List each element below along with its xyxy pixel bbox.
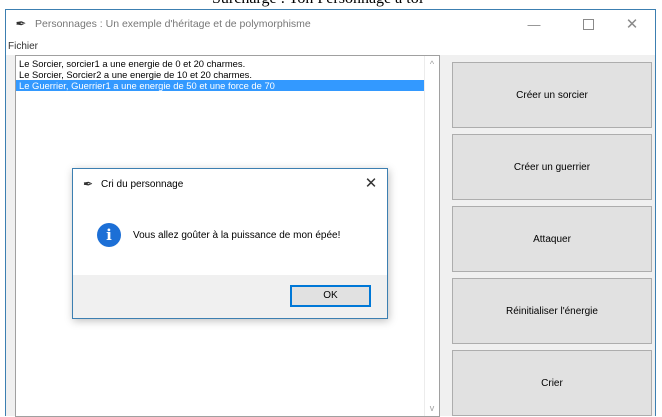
close-icon: ✕	[625, 16, 639, 33]
feather-icon: ✒	[15, 16, 27, 31]
shout-label: Crier	[541, 377, 563, 389]
dialog-title: Cri du personnage	[101, 179, 184, 190]
background-window-heading: Surcharge : Ton Personnage à toi	[0, 0, 662, 9]
dialog-message: Vous allez goûter à la puissance de mon …	[133, 230, 341, 241]
scroll-up-icon[interactable]: ^	[425, 57, 439, 71]
create-sorcier-label: Créer un sorcier	[516, 89, 588, 101]
message-dialog: ✒ Cri du personnage ✕ i Vous allez goûte…	[72, 168, 388, 319]
dialog-close-button[interactable]: ✕	[359, 173, 383, 195]
maximize-icon	[582, 18, 594, 30]
list-item[interactable]: Le Sorcier, sorcier1 a une energie de 0 …	[16, 58, 426, 69]
maximize-button[interactable]	[566, 10, 610, 38]
menu-fichier[interactable]: Fichier	[8, 41, 38, 52]
list-item-selected[interactable]: Le Guerrier, Guerrier1 a une energie de …	[16, 80, 426, 91]
menu-bar: Fichier	[6, 38, 655, 55]
minimize-icon: —	[527, 16, 541, 32]
minimize-button[interactable]: —	[512, 10, 556, 38]
information-icon: i	[97, 223, 121, 247]
create-sorcier-button[interactable]: Créer un sorcier	[452, 62, 652, 128]
close-icon: ✕	[364, 175, 378, 192]
scroll-down-icon[interactable]: v	[425, 401, 439, 415]
feather-icon: ✒	[83, 177, 94, 191]
create-guerrier-button[interactable]: Créer un guerrier	[452, 134, 652, 200]
create-guerrier-label: Créer un guerrier	[513, 161, 591, 173]
dialog-footer: OK	[73, 275, 387, 318]
attack-label: Attaquer	[533, 233, 571, 245]
dialog-title-bar[interactable]: ✒ Cri du personnage ✕	[73, 169, 387, 199]
ok-button[interactable]: OK	[290, 285, 371, 307]
window-title: Personnages : Un exemple d'héritage et d…	[35, 18, 311, 30]
background-heading-text: Surcharge : Ton Personnage à toi	[212, 0, 423, 8]
reset-energy-label: Réinitialiser l'énergie	[506, 305, 598, 317]
list-scrollbar[interactable]: ^ v	[424, 56, 439, 416]
list-item[interactable]: Le Sorcier, Sorcier2 a une energie de 10…	[16, 69, 426, 80]
reset-energy-button[interactable]: Réinitialiser l'énergie	[452, 278, 652, 344]
close-button[interactable]: ✕	[610, 10, 654, 38]
title-bar[interactable]: ✒ Personnages : Un exemple d'héritage et…	[6, 10, 655, 38]
shout-button[interactable]: Crier	[452, 350, 652, 416]
attack-button[interactable]: Attaquer	[452, 206, 652, 272]
